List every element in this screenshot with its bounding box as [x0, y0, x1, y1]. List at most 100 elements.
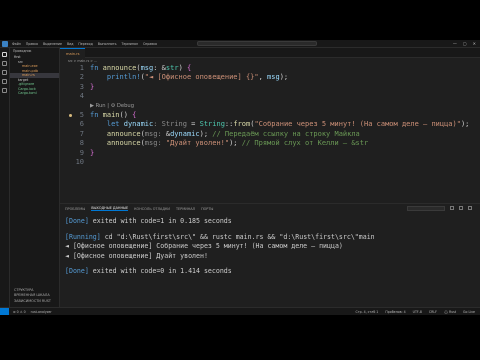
menu-bar: Файл Правка Выделение Вид Переход Выполнить Те…	[12, 42, 157, 46]
code-text[interactable]: fn main() {	[90, 111, 136, 120]
code-line[interactable]: 10	[60, 158, 480, 167]
status-right: Стр. 4, стлб 1 Пробелов: 4 UTF-8 CRLF {} Rus…	[355, 310, 475, 314]
output-line: [Running] cd "d:\Rust\first\src\" && rus…	[65, 233, 375, 243]
output-line: [Done] exited with code=1 in 0.185 secon…	[65, 217, 375, 227]
title-bar: Файл Правка Выделение Вид Переход Выполнить Те…	[0, 40, 480, 48]
command-center-search[interactable]	[197, 41, 317, 46]
menu-item[interactable]: Выделение	[43, 42, 62, 46]
output-status-tag: [Done]	[65, 267, 89, 276]
line-number: 4	[79, 92, 84, 101]
code-line[interactable]: 6 let dynamic: String = String::from("Со…	[60, 120, 480, 129]
code-line[interactable]: 9}	[60, 149, 480, 158]
output-status-tag: [Running]	[65, 232, 101, 241]
code-text[interactable]: announce(msg: &dynamic); // Передаём ссы…	[90, 130, 360, 139]
status-item[interactable]: Стр. 4, стлб 1	[355, 310, 378, 314]
line-number: 10	[75, 157, 84, 166]
panel-tab[interactable]: КОНСОЛЬ ОТЛАДКИ	[134, 207, 170, 211]
status-bar: ⊗ 0 ⚠ 0 rust-analyzer Стр. 4, стлб 1 Пробе…	[0, 307, 480, 315]
sidebar-section[interactable]: ЗАВИСИМОСТИ RUST	[10, 299, 59, 304]
explorer-icon[interactable]	[2, 52, 7, 57]
status-item[interactable]: rust-analyzer	[31, 310, 52, 314]
status-item[interactable]: Go Live	[463, 310, 475, 314]
output-line: ◄ [Офисное оповещение] Собрание через 5 …	[65, 242, 375, 252]
menu-item[interactable]: Справка	[143, 42, 157, 46]
output-text: cd "d:\Rust\first\src\" && rustc main.rs…	[100, 232, 375, 241]
editor-tabs: main.rs	[60, 48, 480, 58]
code-line[interactable]: 4	[60, 92, 480, 101]
tree-item[interactable]: Cargo.toml	[10, 91, 59, 96]
line-number: 7	[79, 129, 84, 138]
window-controls: — ▢ ✕	[453, 41, 476, 46]
sidebar-section[interactable]: ВРЕМЕННАЯ ШКАЛА	[10, 293, 59, 298]
minimize-icon[interactable]: —	[453, 41, 457, 46]
status-item[interactable]: ⊗ 0 ⚠ 0	[13, 310, 26, 314]
sidebar-bottom-sections: СТРУКТУРА ВРЕМЕННАЯ ШКАЛА ЗАВИСИМОСТИ RUST	[10, 287, 59, 304]
panel-tab[interactable]: ПОРТЫ	[201, 207, 213, 211]
status-item[interactable]: {} Rust	[444, 310, 456, 314]
code-line[interactable]: 2 println!("◄ [Офисное оповещение] {}", …	[60, 73, 480, 82]
code-line[interactable]: 5 fn main() {	[60, 111, 480, 120]
sidebar-section[interactable]: СТРУКТУРА	[10, 288, 59, 293]
output-text: ◄ [Офисное оповещение] Дуайт уволен!	[65, 251, 208, 260]
bottom-panel: ПРОБЛЕМЫ ВЫХОДНЫЕ ДАННЫЕ КОНСОЛЬ ОТЛАДКИ ТЕ…	[60, 203, 480, 307]
output-channel-select[interactable]	[407, 206, 445, 211]
line-number: 2	[79, 73, 84, 82]
menu-item[interactable]: Правка	[26, 42, 38, 46]
clear-output-icon[interactable]	[450, 206, 454, 210]
explorer-sidebar: Проводник first src main.exe main.pdb main.r…	[10, 48, 60, 307]
status-item[interactable]: UTF-8	[413, 310, 422, 314]
menu-item[interactable]: Терминал	[121, 42, 137, 46]
status-left: ⊗ 0 ⚠ 0 rust-analyzer	[13, 310, 52, 314]
line-number: 5	[79, 110, 84, 119]
panel-tab[interactable]: ТЕРМИНАЛ	[176, 207, 195, 211]
code-line[interactable]: 8 announce(msg: "Дуайт уволен!"); // Пря…	[60, 139, 480, 148]
output-line: ◄ [Офисное оповещение] Дуайт уволен!	[65, 252, 375, 262]
menu-item[interactable]: Переход	[78, 42, 92, 46]
maximize-icon[interactable]: ▢	[463, 41, 467, 46]
panel-tab[interactable]: ПРОБЛЕМЫ	[65, 207, 85, 211]
vscode-logo-icon	[2, 40, 8, 47]
output-text: ◄ [Офисное оповещение] Собрание через 5 …	[65, 242, 343, 251]
output-text: exited with code=1 in 0.185 seconds	[88, 217, 232, 225]
status-item[interactable]: Пробелов: 4	[385, 310, 405, 314]
line-number: 1	[79, 64, 84, 72]
vscode-window: Файл Правка Выделение Вид Переход Выполнить Те…	[0, 40, 480, 315]
editor-area: main.rs src > main.rs > ... 1 fn announce…	[60, 48, 480, 203]
close-icon[interactable]: ✕	[473, 41, 476, 46]
line-number: 6	[79, 120, 84, 129]
line-number: 3	[79, 82, 84, 91]
code-text[interactable]: announce(msg: "Дуайт уволен!"); // Прямо…	[90, 139, 368, 148]
lightbulb-icon[interactable]	[69, 113, 72, 117]
activity-bar	[0, 48, 10, 307]
line-number: 9	[79, 148, 84, 157]
menu-item[interactable]: Выполнить	[98, 42, 117, 46]
maximize-panel-icon[interactable]	[459, 206, 463, 210]
output-text: exited with code=0 in 1.414 seconds	[88, 267, 232, 276]
code-line[interactable]: 1 fn announce(msg: &str) {	[60, 64, 480, 73]
panel-controls	[407, 206, 472, 211]
code-text[interactable]: }	[90, 83, 94, 92]
remote-indicator-icon[interactable]	[0, 307, 9, 315]
source-control-icon[interactable]	[2, 70, 7, 75]
panel-tab[interactable]: ВЫХОДНЫЕ ДАННЫЕ	[91, 206, 129, 211]
search-icon[interactable]	[2, 61, 7, 66]
menu-item[interactable]: Файл	[12, 42, 21, 46]
code-line[interactable]: 3}	[60, 83, 480, 92]
run-debug-icon[interactable]	[2, 79, 7, 84]
code-line[interactable]: 7 announce(msg: &dynamic); // Передаём с…	[60, 130, 480, 139]
close-panel-icon[interactable]	[468, 206, 472, 210]
menu-item[interactable]: Вид	[67, 42, 73, 46]
status-item[interactable]: CRLF	[429, 310, 437, 314]
explorer-header: Проводник	[13, 49, 32, 53]
code-lens-run-debug[interactable]: ▶ Run | ⚙ Debug	[60, 102, 480, 111]
code-text[interactable]: fn announce(msg: &str) {	[90, 64, 191, 73]
code-editor[interactable]: 1 fn announce(msg: &str) {2 println!("◄ […	[60, 64, 480, 167]
output-log: [Done] exited with code=1 in 0.185 secon…	[65, 217, 375, 277]
code-text[interactable]: println!("◄ [Офисное оповещение] {}", ms…	[90, 73, 288, 82]
code-text[interactable]: let dynamic: String = String::from("Собр…	[90, 120, 470, 129]
code-text[interactable]: }	[90, 149, 94, 158]
extensions-icon[interactable]	[2, 88, 7, 93]
output-line: [Done] exited with code=0 in 1.414 secon…	[65, 267, 375, 277]
tab-main-rs[interactable]: main.rs	[60, 48, 86, 58]
line-number: 8	[79, 139, 84, 148]
